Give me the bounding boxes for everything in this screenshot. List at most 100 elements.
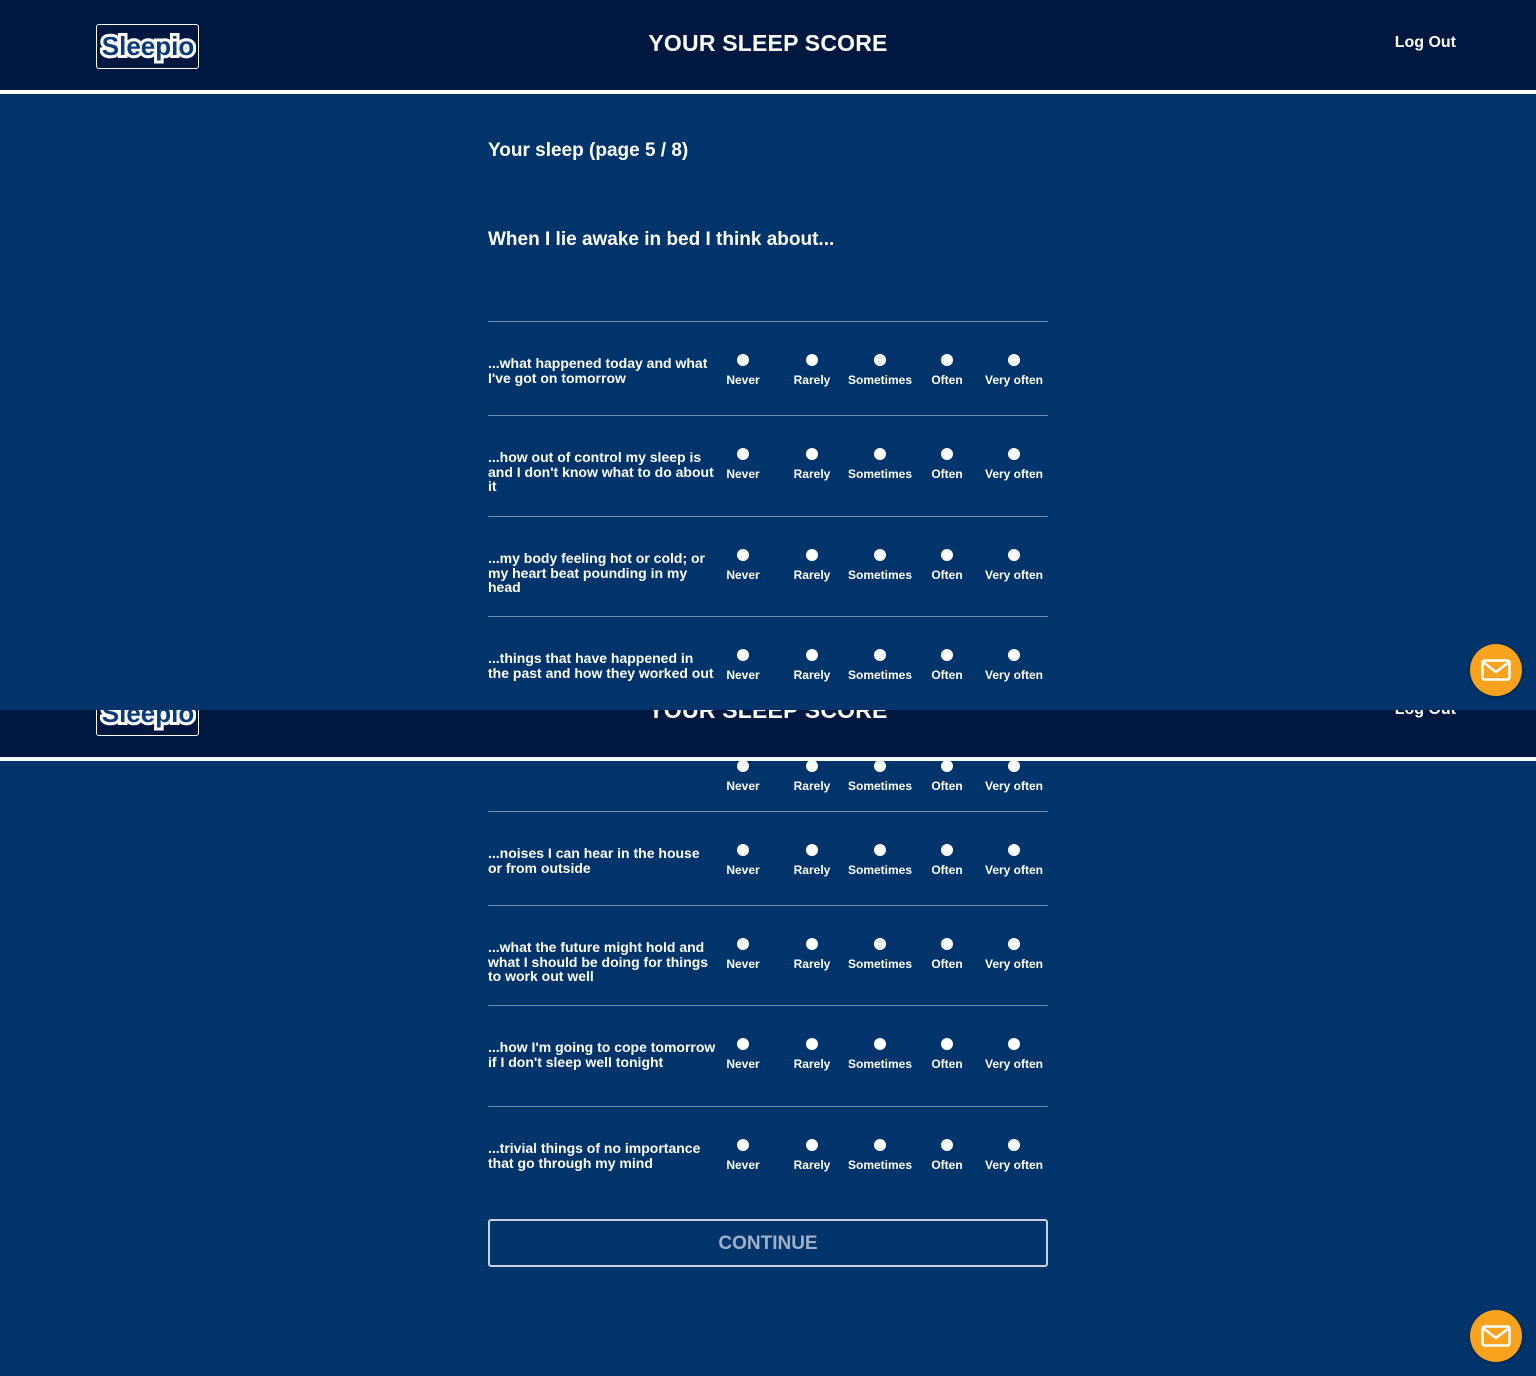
radio-button[interactable] [874,448,886,460]
option-never[interactable]: Never [708,938,778,971]
radio-button[interactable] [1008,844,1020,856]
option-never[interactable]: Never [708,1038,778,1071]
option-never[interactable]: Never [708,1139,778,1172]
radio-button[interactable] [941,354,953,366]
radio-button[interactable] [1008,448,1020,460]
option-label: Sometimes [847,668,913,682]
option-rarely[interactable]: Rarely [777,448,847,481]
option-label: Never [726,568,760,582]
option-rarely[interactable]: Rarely [777,649,847,682]
radio-button[interactable] [874,1038,886,1050]
radio-button[interactable] [806,760,818,772]
option-sometimes[interactable]: Sometimes [845,448,915,481]
option-rarely[interactable]: Rarely [777,938,847,971]
option-never[interactable]: Never [708,649,778,682]
radio-button[interactable] [874,549,886,561]
option-never[interactable]: Never [708,448,778,481]
option-rarely[interactable]: Rarely [777,549,847,582]
option-label: Rarely [793,568,831,582]
radio-button[interactable] [737,1038,749,1050]
radio-button[interactable] [874,1139,886,1151]
option-very-often[interactable]: Very often [979,938,1049,971]
radio-button[interactable] [1008,549,1020,561]
option-very-often[interactable]: Very often [979,448,1049,481]
radio-button[interactable] [874,760,886,772]
radio-button[interactable] [1008,938,1020,950]
radio-button[interactable] [806,354,818,366]
radio-button[interactable] [874,844,886,856]
radio-button[interactable] [941,844,953,856]
continue-button[interactable]: CONTINUE [488,1219,1048,1267]
radio-button[interactable] [874,938,886,950]
option-often[interactable]: Often [912,844,982,877]
option-never[interactable]: Never [708,844,778,877]
radio-button[interactable] [806,1038,818,1050]
option-rarely[interactable]: Rarely [777,1139,847,1172]
radio-button[interactable] [874,354,886,366]
option-sometimes[interactable]: Sometimes [845,1139,915,1172]
logout-link[interactable]: Log Out [1395,34,1456,52]
radio-button[interactable] [1008,1139,1020,1151]
option-sometimes[interactable]: Sometimes [845,649,915,682]
option-sometimes[interactable]: Sometimes [845,549,915,582]
radio-button[interactable] [737,760,749,772]
radio-button[interactable] [874,649,886,661]
option-rarely[interactable]: Rarely [777,844,847,877]
radio-button[interactable] [1008,1038,1020,1050]
option-never[interactable]: Never [708,760,778,793]
option-sometimes[interactable]: Sometimes [845,760,915,793]
radio-button[interactable] [806,448,818,460]
radio-button[interactable] [737,448,749,460]
option-sometimes[interactable]: Sometimes [845,938,915,971]
radio-button[interactable] [1008,354,1020,366]
option-often[interactable]: Often [912,1139,982,1172]
radio-button[interactable] [941,549,953,561]
radio-button[interactable] [737,649,749,661]
radio-button[interactable] [941,448,953,460]
radio-button[interactable] [806,938,818,950]
option-never[interactable]: Never [708,354,778,387]
option-often[interactable]: Often [912,448,982,481]
radio-button[interactable] [737,549,749,561]
option-very-often[interactable]: Very often [979,1038,1049,1071]
radio-button[interactable] [941,1038,953,1050]
option-often[interactable]: Often [912,760,982,793]
option-very-often[interactable]: Very often [979,844,1049,877]
radio-button[interactable] [806,844,818,856]
option-often[interactable]: Often [912,649,982,682]
radio-button[interactable] [941,1139,953,1151]
option-rarely[interactable]: Rarely [777,1038,847,1071]
radio-button[interactable] [1008,649,1020,661]
radio-button[interactable] [806,649,818,661]
logout-link[interactable]: Log Out [1395,710,1456,719]
option-never[interactable]: Never [708,549,778,582]
option-rarely[interactable]: Rarely [777,760,847,793]
radio-button[interactable] [1008,760,1020,772]
radio-button[interactable] [737,354,749,366]
radio-button[interactable] [806,1139,818,1151]
radio-button[interactable] [941,938,953,950]
option-often[interactable]: Often [912,549,982,582]
option-often[interactable]: Often [912,354,982,387]
option-often[interactable]: Often [912,1038,982,1071]
contact-button[interactable] [1470,644,1522,696]
radio-button[interactable] [941,760,953,772]
option-very-often[interactable]: Very often [979,649,1049,682]
radio-button[interactable] [737,938,749,950]
option-very-often[interactable]: Very often [979,549,1049,582]
option-sometimes[interactable]: Sometimes [845,1038,915,1071]
option-sometimes[interactable]: Sometimes [845,844,915,877]
radio-button[interactable] [806,549,818,561]
option-very-often[interactable]: Very often [979,354,1049,387]
survey-item: ...noises I can hear in the house or fro… [488,811,1048,877]
radio-button[interactable] [737,844,749,856]
radio-button[interactable] [737,1139,749,1151]
option-very-often[interactable]: Very often [979,760,1048,793]
option-very-often[interactable]: Very often [979,1139,1049,1172]
option-often[interactable]: Often [912,938,982,971]
item-prompt: ...things that have happened in the past… [488,650,714,681]
option-sometimes[interactable]: Sometimes [845,354,915,387]
contact-button[interactable] [1470,1310,1522,1362]
option-rarely[interactable]: Rarely [777,354,847,387]
radio-button[interactable] [941,649,953,661]
